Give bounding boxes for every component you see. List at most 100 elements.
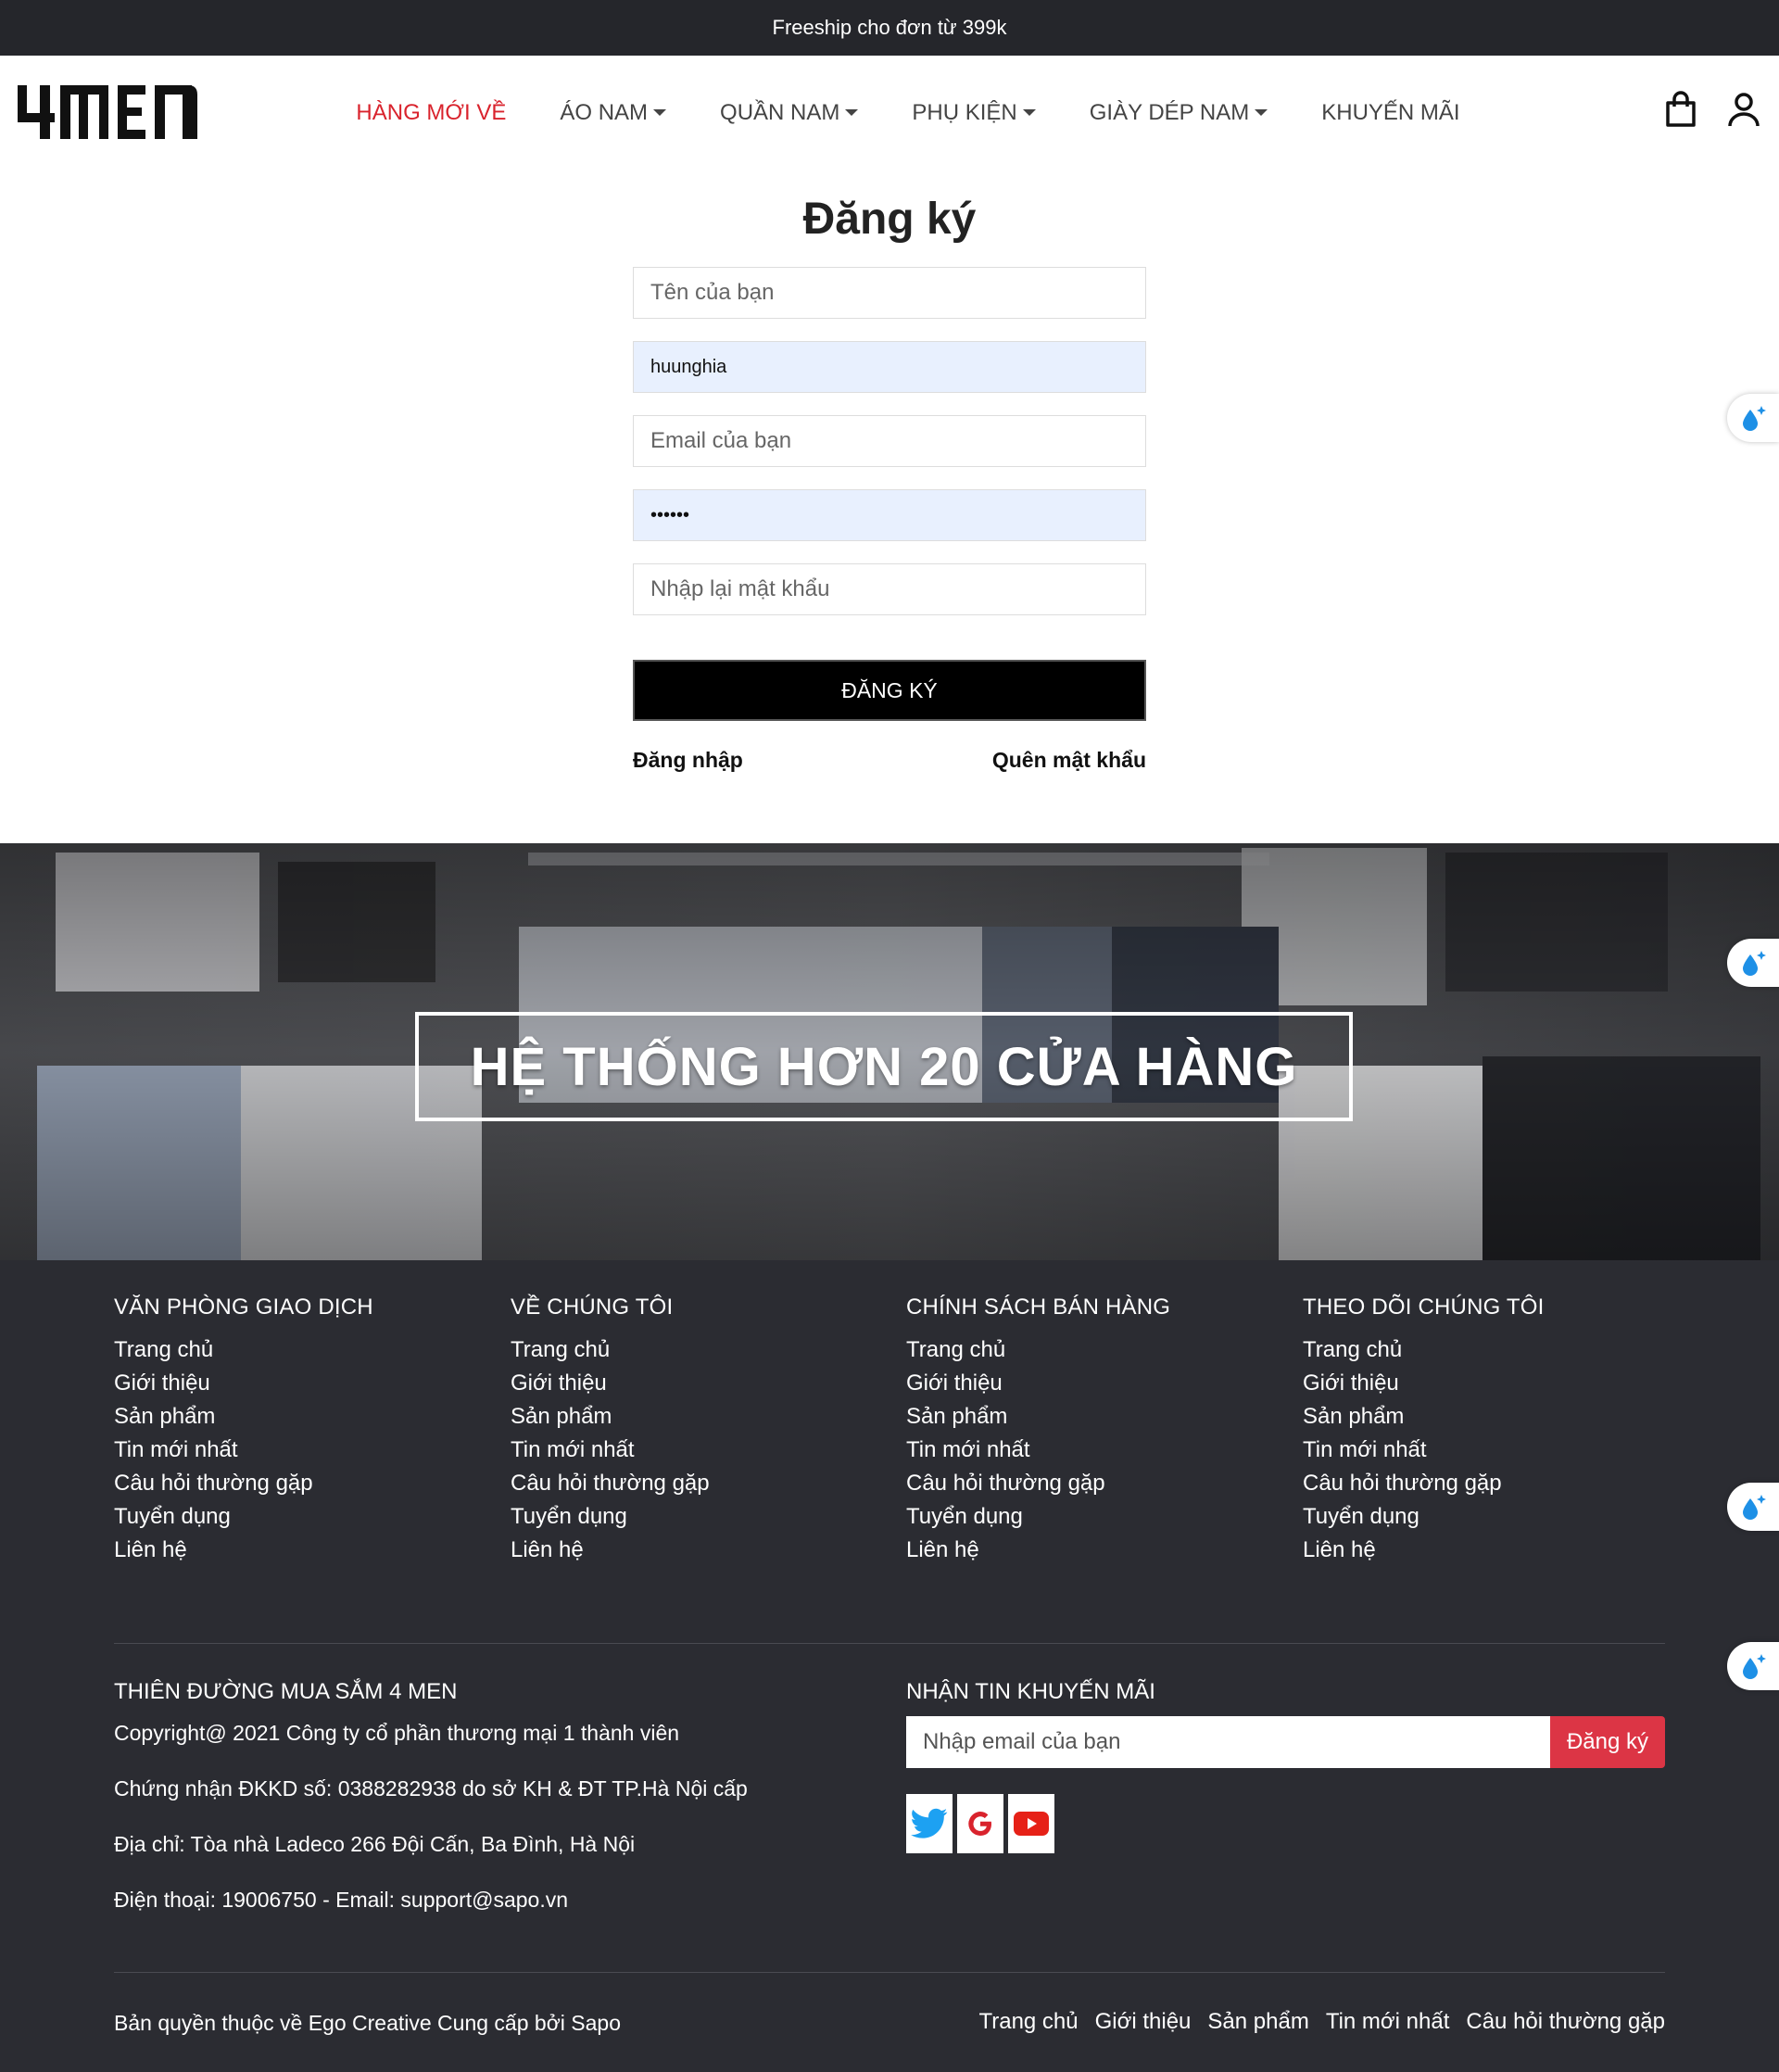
footer-link[interactable]: Giới thiệu [906, 1367, 1277, 1400]
footer-column: CHÍNH SÁCH BÁN HÀNG Trang chủ Giới thiệu… [906, 1295, 1277, 1567]
footer-link[interactable]: Trang chủ [114, 1333, 485, 1367]
nav-item-men-pants[interactable]: QUẦN NAM [693, 100, 885, 126]
footer-link[interactable]: Liên hệ [1303, 1534, 1673, 1567]
cart-icon[interactable] [1664, 91, 1697, 128]
header-icons [1664, 91, 1760, 128]
page-title: Đăng ký [802, 195, 977, 244]
nav-label: HÀNG MỚI VỀ [356, 99, 507, 125]
google-icon[interactable] [957, 1794, 1003, 1853]
footer-link[interactable]: Tin mới nhất [906, 1434, 1277, 1467]
banner-title: HỆ THỐNG HƠN 20 CỬA HÀNG [470, 1036, 1298, 1097]
bottom-link[interactable]: Sản phẩm [1207, 2009, 1308, 2035]
nav-label: GIÀY DÉP NAM [1089, 99, 1250, 125]
company-info-line: Điện thoại: 19006750 - Email: support@sa… [114, 1888, 569, 1912]
caret-down-icon [845, 109, 859, 116]
footer-link[interactable]: Tuyển dụng [906, 1500, 1277, 1534]
main-nav: HÀNG MỚI VỀ ÁO NAM QUẦN NAM PHỤ KIỆN GIÀ… [0, 56, 1779, 170]
footer-link[interactable]: Liên hệ [906, 1534, 1277, 1567]
divider [114, 1643, 1665, 1644]
newsletter-form: Đăng ký [906, 1716, 1665, 1768]
name-field[interactable] [633, 267, 1146, 319]
nav-label: KHUYẾN MÃI [1321, 99, 1460, 125]
footer-link[interactable]: Tin mới nhất [1303, 1434, 1673, 1467]
footer-column: THEO DÕI CHÚNG TÔI Trang chủ Giới thiệu … [1303, 1295, 1673, 1567]
store-banner: HỆ THỐNG HƠN 20 CỬA HÀNG [0, 843, 1779, 1260]
footer-link[interactable]: Tuyển dụng [114, 1500, 485, 1534]
footer-link[interactable]: Câu hỏi thường gặp [114, 1467, 485, 1500]
nav-label: ÁO NAM [560, 99, 649, 125]
footer-link[interactable]: Tin mới nhất [511, 1434, 881, 1467]
footer-link[interactable]: Tin mới nhất [114, 1434, 485, 1467]
footer-link[interactable]: Sản phẩm [1303, 1400, 1673, 1434]
site-footer: VĂN PHÒNG GIAO DỊCH Trang chủ Giới thiệu… [0, 1260, 1779, 2072]
banner-frame: HỆ THỐNG HƠN 20 CỬA HÀNG [415, 1012, 1353, 1121]
water-drop-widget[interactable] [1727, 939, 1779, 987]
newsletter-subscribe-button[interactable]: Đăng ký [1550, 1716, 1665, 1768]
water-drop-widget[interactable] [1727, 1642, 1779, 1690]
footer-link[interactable]: Liên hệ [511, 1534, 881, 1567]
login-link[interactable]: Đăng nhập [633, 748, 743, 773]
footer-link[interactable]: Sản phẩm [114, 1400, 485, 1434]
footer-link[interactable]: Câu hỏi thường gặp [906, 1467, 1277, 1500]
water-drop-widget[interactable] [1727, 1483, 1779, 1531]
username-field[interactable] [633, 341, 1146, 393]
footer-column-title: CHÍNH SÁCH BÁN HÀNG [906, 1295, 1171, 1320]
footer-link[interactable]: Sản phẩm [511, 1400, 881, 1434]
nav-item-accessories[interactable]: PHỤ KIỆN [885, 100, 1062, 126]
confirm-password-field[interactable] [633, 563, 1146, 615]
footer-column-title: VĂN PHÒNG GIAO DỊCH [114, 1295, 373, 1320]
register-button[interactable]: ĐĂNG KÝ [633, 660, 1146, 721]
water-drop-icon [1743, 406, 1766, 431]
footer-link[interactable]: Sản phẩm [906, 1400, 1277, 1434]
nav-item-promotions[interactable]: KHUYẾN MÃI [1294, 100, 1486, 126]
divider [114, 1972, 1665, 1973]
nav-item-men-shirts[interactable]: ÁO NAM [533, 100, 693, 126]
password-field[interactable] [633, 489, 1146, 541]
footer-link[interactable]: Giới thiệu [1303, 1367, 1673, 1400]
footer-link[interactable]: Trang chủ [1303, 1333, 1673, 1367]
footer-link[interactable]: Giới thiệu [511, 1367, 881, 1400]
caret-down-icon [1022, 109, 1036, 116]
caret-down-icon [1255, 109, 1268, 116]
footer-column-title: VỀ CHÚNG TÔI [511, 1295, 674, 1320]
forgot-password-link[interactable]: Quên mật khẩu [992, 748, 1146, 773]
water-drop-icon [1743, 1654, 1766, 1679]
newsletter-email-input[interactable] [906, 1716, 1550, 1768]
company-info-line: Địa chỉ: Tòa nhà Ladeco 266 Đội Cấn, Ba … [114, 1832, 636, 1856]
social-links [906, 1794, 1054, 1853]
footer-link[interactable]: Liên hệ [114, 1534, 485, 1567]
water-drop-icon [1743, 1495, 1766, 1520]
footer-link[interactable]: Câu hỏi thường gặp [511, 1467, 881, 1500]
youtube-icon[interactable] [1008, 1794, 1054, 1853]
footer-link[interactable]: Câu hỏi thường gặp [1303, 1467, 1673, 1500]
bottom-link[interactable]: Giới thiệu [1095, 2009, 1192, 2035]
bottom-link[interactable]: Câu hỏi thường gặp [1466, 2009, 1665, 2035]
nav-label: PHỤ KIỆN [912, 99, 1017, 125]
register-section: Đăng ký ĐĂNG KÝ Đăng nhập Quên mật khẩu [0, 170, 1779, 843]
user-icon[interactable] [1727, 91, 1760, 128]
company-info-line: Copyright@ 2021 Công ty cổ phần thương m… [114, 1721, 680, 1745]
footer-column-title: THEO DÕI CHÚNG TÔI [1303, 1295, 1545, 1320]
footer-column: VỀ CHÚNG TÔI Trang chủ Giới thiệu Sản ph… [511, 1295, 881, 1567]
footer-link[interactable]: Giới thiệu [114, 1367, 485, 1400]
nav-label: QUẦN NAM [720, 99, 840, 125]
bottom-link[interactable]: Tin mới nhất [1326, 2009, 1450, 2035]
footer-link[interactable]: Trang chủ [906, 1333, 1277, 1367]
nav-item-shoes[interactable]: GIÀY DÉP NAM [1063, 100, 1295, 126]
twitter-icon[interactable] [906, 1794, 953, 1853]
site-header: HÀNG MỚI VỀ ÁO NAM QUẦN NAM PHỤ KIỆN GIÀ… [0, 56, 1779, 170]
company-title: THIÊN ĐƯỜNG MUA SẮM 4 MEN [114, 1679, 458, 1704]
water-drop-icon [1743, 951, 1766, 976]
company-info-line: Chứng nhận ĐKKD số: 0388282938 do sở KH … [114, 1776, 748, 1800]
promo-text: Freeship cho đơn từ 399k [772, 16, 1007, 39]
caret-down-icon [653, 109, 667, 116]
email-field[interactable] [633, 415, 1146, 467]
copyright-text: Bản quyền thuộc về Ego Creative Cung cấp… [114, 2011, 621, 2035]
footer-link[interactable]: Tuyển dụng [511, 1500, 881, 1534]
footer-link[interactable]: Trang chủ [511, 1333, 881, 1367]
bottom-link[interactable]: Trang chủ [978, 2009, 1078, 2035]
nav-item-new-arrivals[interactable]: HÀNG MỚI VỀ [329, 100, 533, 126]
bottom-links: Trang chủ Giới thiệu Sản phẩm Tin mới nh… [978, 2009, 1665, 2035]
footer-link[interactable]: Tuyển dụng [1303, 1500, 1673, 1534]
water-drop-widget[interactable] [1727, 394, 1779, 442]
